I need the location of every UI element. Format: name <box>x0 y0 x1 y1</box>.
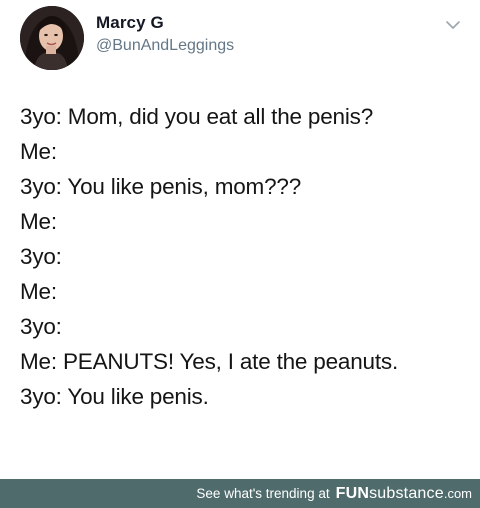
tweet-line: 3yo: <box>20 244 62 269</box>
tweet-text: 3yo: Mom, did you eat all the penis? Me:… <box>20 99 470 414</box>
profile-photo-icon <box>20 6 84 70</box>
tweet-line: 3yo: You like penis. <box>20 384 209 409</box>
tweet-line: 3yo: You like penis, mom??? <box>20 174 302 199</box>
tweet-line: 3yo: Mom, did you eat all the penis? <box>20 104 374 129</box>
tweet-line: Me: PEANUTS! Yes, I ate the peanuts. <box>20 349 399 374</box>
footer-brand-rest: substance <box>369 484 444 502</box>
footer-domain: .com <box>443 486 472 501</box>
user-handle[interactable]: @BunAndLeggings <box>96 37 234 55</box>
display-name[interactable]: Marcy G <box>96 13 164 33</box>
footer-brand-bold: FUN <box>335 484 370 502</box>
footer-brand: FUNsubstance <box>336 485 444 503</box>
tweet-line: Me: <box>20 209 57 234</box>
tweet-line: 3yo: <box>20 314 62 339</box>
tweet-line: Me: <box>20 139 57 164</box>
chevron-down-icon[interactable] <box>444 18 462 32</box>
avatar[interactable] <box>20 6 84 70</box>
tweet-card: Marcy G @BunAndLeggings 3yo: Mom, did yo… <box>0 0 480 479</box>
watermark-footer[interactable]: See what's trending at FUNsubstance .com <box>0 479 480 508</box>
tweet-line: Me: <box>20 279 57 304</box>
footer-text: See what's trending at <box>196 486 330 501</box>
